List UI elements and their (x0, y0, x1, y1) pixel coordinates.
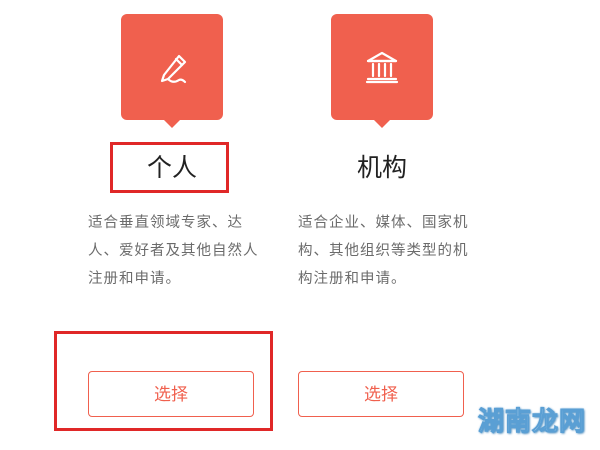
select-personal-button[interactable]: 选择 (88, 371, 254, 417)
organization-icon-tile (331, 14, 433, 120)
pencil-icon (160, 54, 187, 84)
card-title-personal: 个人 (146, 153, 197, 182)
watermark-text: 湖南龙网 (477, 407, 586, 438)
card-description-personal: 适合垂直领域专家、达人、爱好者及其他自然人注册和申请。 (88, 215, 259, 287)
card-title-organization: 机构 (356, 153, 407, 182)
account-type-selector: 个人 适合垂直领域专家、达人、爱好者及其他自然人注册和申请。 选择 机构 适合企… (0, 0, 600, 450)
institution-building-icon (365, 51, 399, 84)
card-description-organization: 适合企业、媒体、国家机构、其他组织等类型的机构注册和申请。 (298, 215, 469, 287)
select-organization-button[interactable]: 选择 (298, 371, 464, 417)
personal-icon-tile (121, 14, 223, 120)
